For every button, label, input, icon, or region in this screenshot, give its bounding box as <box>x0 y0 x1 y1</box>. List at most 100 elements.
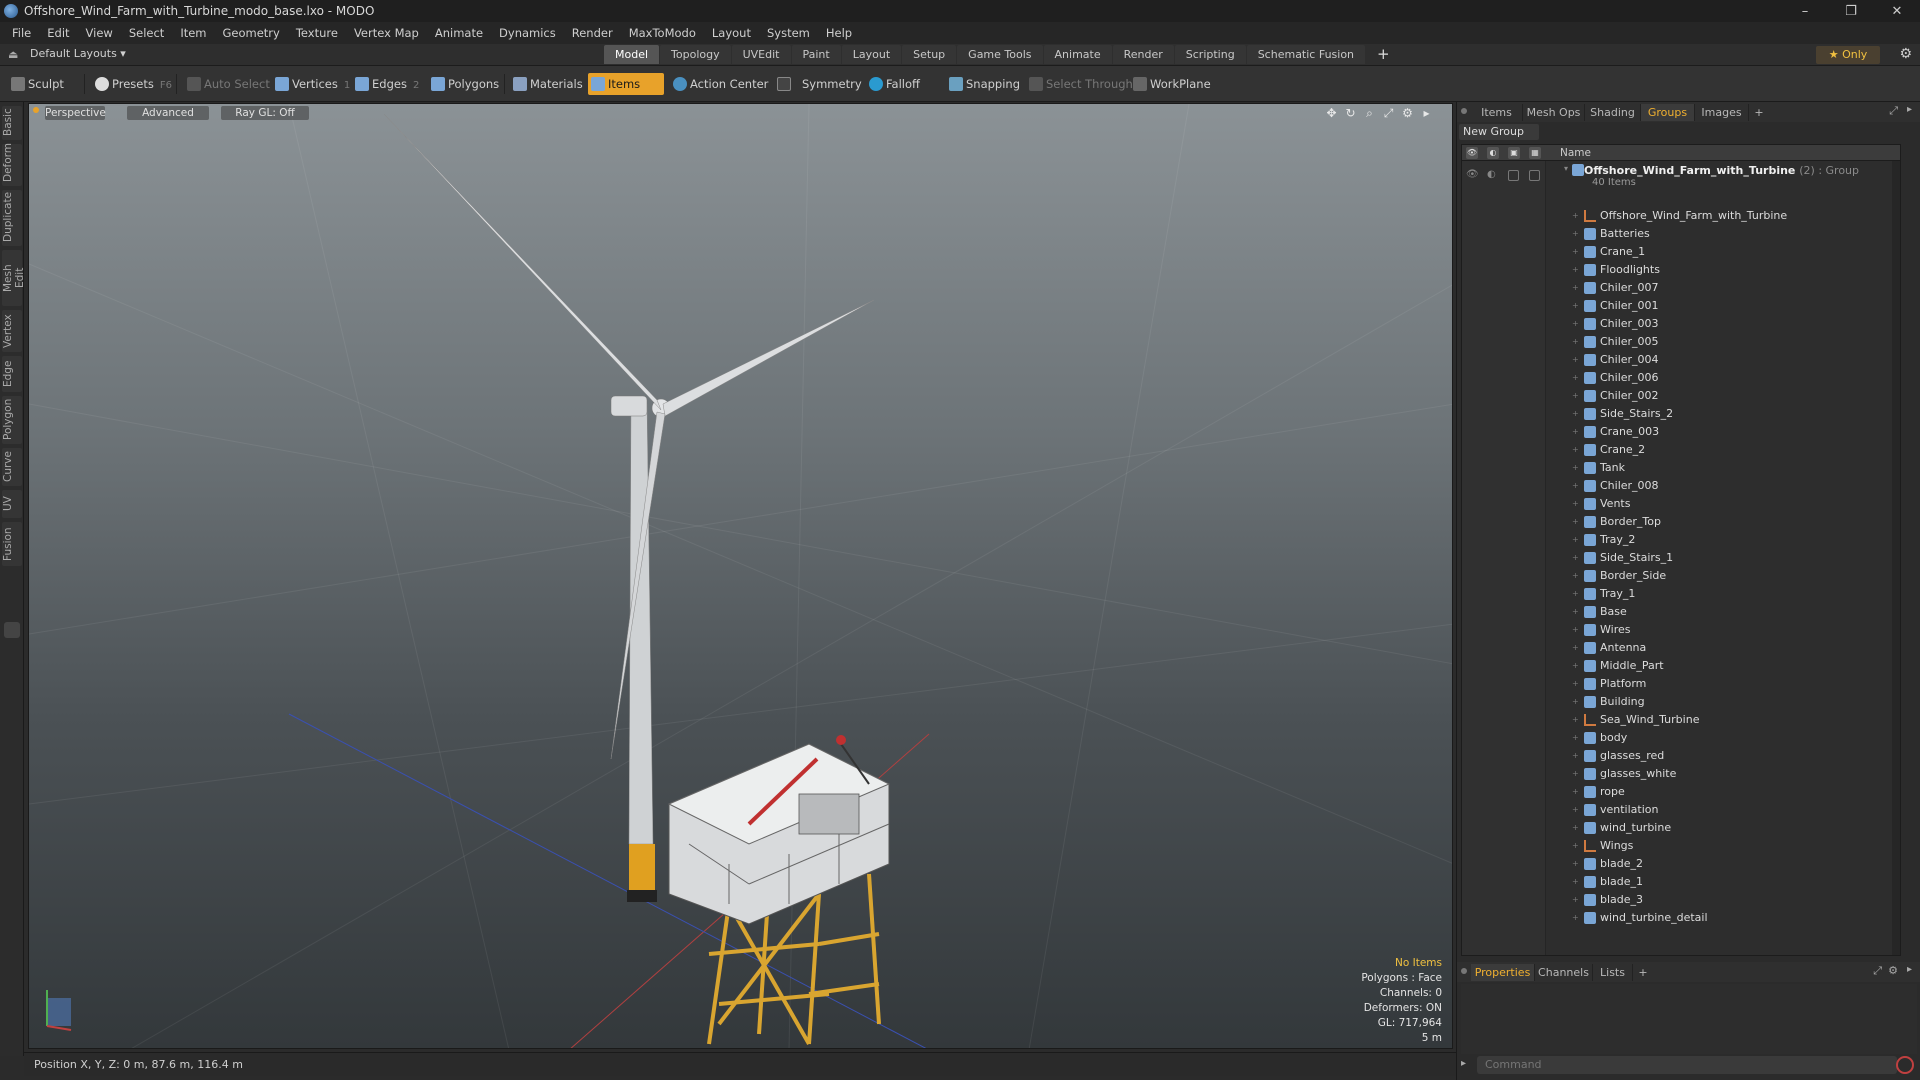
tab-mesh-edit[interactable]: Mesh Edit <box>2 250 26 306</box>
layout-collapse-icon[interactable]: ⏏ <box>8 48 18 61</box>
tree-item[interactable]: + Base <box>1462 603 1900 621</box>
command-input[interactable] <box>1477 1056 1897 1074</box>
tree-item[interactable]: + glasses_red <box>1462 747 1900 765</box>
tab-shading[interactable]: Shading <box>1585 104 1641 121</box>
tree-item[interactable]: + Chiler_007 <box>1462 279 1900 297</box>
tree-item[interactable]: + Tray_2 <box>1462 531 1900 549</box>
layout-dropdown[interactable]: Default Layouts ▾ <box>30 47 126 60</box>
add-props-tab-button[interactable]: + <box>1633 964 1653 981</box>
tree-item[interactable]: + Crane_003 <box>1462 423 1900 441</box>
tree-item[interactable]: + Crane_1 <box>1462 243 1900 261</box>
tree-item[interactable]: + Batteries <box>1462 225 1900 243</box>
expand-icon[interactable]: + <box>1572 711 1579 729</box>
expand-icon[interactable]: + <box>1572 891 1579 909</box>
presets-button[interactable]: Presets F6 <box>92 73 172 95</box>
expand-icon[interactable]: + <box>1572 657 1579 675</box>
polygons-button[interactable]: Polygons <box>428 73 499 95</box>
expand-icon[interactable]: + <box>1572 855 1579 873</box>
tab-deform[interactable]: Deform <box>2 143 22 186</box>
tree-item[interactable]: + ventilation <box>1462 801 1900 819</box>
group-row[interactable]: 👁 ◐ ▾ Offshore_Wind_Farm_with_Turbine (2… <box>1462 163 1900 189</box>
tab-images[interactable]: Images <box>1695 104 1749 121</box>
tab-setup[interactable]: Setup <box>902 45 957 64</box>
expand-icon[interactable]: + <box>1572 387 1579 405</box>
tree-item[interactable]: + Middle_Part <box>1462 657 1900 675</box>
tree-scrollbar[interactable] <box>1892 161 1900 955</box>
tab-mesh-ops[interactable]: Mesh Ops <box>1523 104 1585 121</box>
tab-channels[interactable]: Channels <box>1535 964 1593 981</box>
symmetry-button[interactable]: Symmetry <box>774 73 862 95</box>
expand-icon[interactable]: + <box>1572 765 1579 783</box>
expand-icon[interactable]: + <box>1572 405 1579 423</box>
tab-lists[interactable]: Lists <box>1593 964 1633 981</box>
expand-icon[interactable]: + <box>1572 459 1579 477</box>
lock-column-icon[interactable]: ▣ <box>1508 147 1520 159</box>
expand-icon[interactable]: + <box>1572 801 1579 819</box>
3d-viewport[interactable]: Perspective Advanced Ray GL: Off ✥ ↻ ⌕ ⤢… <box>28 103 1453 1049</box>
tree-item[interactable]: + Vents <box>1462 495 1900 513</box>
tab-curve[interactable]: Curve <box>2 448 22 486</box>
tree-item[interactable]: + glasses_white <box>1462 765 1900 783</box>
edges-button[interactable]: Edges 2 <box>352 73 419 95</box>
tree-item[interactable]: + Offshore_Wind_Farm_with_Turbine <box>1462 207 1900 225</box>
props-maximize-icon[interactable]: ⤢ <box>1873 964 1882 978</box>
tree-item[interactable]: + Chiler_006 <box>1462 369 1900 387</box>
expand-icon[interactable]: + <box>1572 315 1579 333</box>
menu-edit[interactable]: Edit <box>39 26 77 40</box>
expand-icon[interactable]: + <box>1572 747 1579 765</box>
expand-icon[interactable]: + <box>1572 675 1579 693</box>
expand-icon[interactable]: + <box>1572 729 1579 747</box>
expand-icon[interactable]: + <box>1572 693 1579 711</box>
expand-icon[interactable]: + <box>1572 297 1579 315</box>
maximize-button[interactable]: ❐ <box>1828 0 1874 22</box>
add-panel-tab-button[interactable]: + <box>1749 104 1769 121</box>
tab-schematic-fusion[interactable]: Schematic Fusion <box>1246 45 1366 64</box>
props-menu-icon[interactable]: ▸ <box>1907 964 1912 975</box>
menu-system[interactable]: System <box>759 26 818 40</box>
panel-menu-icon[interactable]: ▸ <box>1907 104 1912 115</box>
render-column-icon[interactable]: ◐ <box>1487 147 1499 159</box>
tree-item[interactable]: + Chiler_002 <box>1462 387 1900 405</box>
tree-item[interactable]: + Chiler_008 <box>1462 477 1900 495</box>
tab-scripting[interactable]: Scripting <box>1174 45 1246 64</box>
tab-topology[interactable]: Topology <box>660 45 731 64</box>
tree-item[interactable]: + Chiler_003 <box>1462 315 1900 333</box>
tree-item[interactable]: + Border_Side <box>1462 567 1900 585</box>
action-center-button[interactable]: Action Center <box>670 73 768 95</box>
pan-icon[interactable]: ✥ <box>1324 106 1339 121</box>
props-settings-icon[interactable]: ⚙ <box>1888 964 1898 977</box>
tab-model[interactable]: Model <box>604 45 660 64</box>
tab-properties[interactable]: Properties <box>1471 964 1535 981</box>
expand-icon[interactable]: + <box>1572 369 1579 387</box>
tree-item[interactable]: + Crane_2 <box>1462 441 1900 459</box>
expand-icon[interactable]: + <box>1572 909 1579 927</box>
fit-icon[interactable]: ⤢ <box>1381 106 1396 121</box>
tree-item[interactable]: + body <box>1462 729 1900 747</box>
panel-toggle-icon[interactable] <box>4 622 20 638</box>
expand-icon[interactable]: + <box>1572 261 1579 279</box>
tab-uv[interactable]: UV <box>2 490 22 518</box>
expand-icon[interactable]: + <box>1572 279 1579 297</box>
menu-geometry[interactable]: Geometry <box>215 26 288 40</box>
menu-texture[interactable]: Texture <box>288 26 346 40</box>
rotate-icon[interactable]: ↻ <box>1343 106 1358 121</box>
group-visibility-icon[interactable]: 👁 <box>1466 169 1479 180</box>
tree-item[interactable]: + Wires <box>1462 621 1900 639</box>
expand-icon[interactable]: + <box>1572 225 1579 243</box>
shading-mode-button[interactable]: Advanced <box>127 106 209 120</box>
falloff-button[interactable]: Falloff <box>866 73 920 95</box>
expand-icon[interactable]: + <box>1572 639 1579 657</box>
expand-icon[interactable]: + <box>1572 621 1579 639</box>
expand-icon[interactable]: + <box>1572 837 1579 855</box>
sculpt-button[interactable]: Sculpt <box>8 73 64 95</box>
menu-file[interactable]: File <box>4 26 39 40</box>
tab-basic[interactable]: Basic <box>2 106 22 140</box>
expand-icon[interactable]: + <box>1572 819 1579 837</box>
menu-view[interactable]: View <box>78 26 121 40</box>
tree-item[interactable]: + Wings <box>1462 837 1900 855</box>
tree-item[interactable]: + wind_turbine_detail <box>1462 909 1900 927</box>
group-expand-icon[interactable]: ▾ <box>1564 164 1568 173</box>
expand-icon[interactable]: + <box>1572 243 1579 261</box>
expand-icon[interactable]: + <box>1572 495 1579 513</box>
tab-vertex[interactable]: Vertex <box>2 310 22 352</box>
